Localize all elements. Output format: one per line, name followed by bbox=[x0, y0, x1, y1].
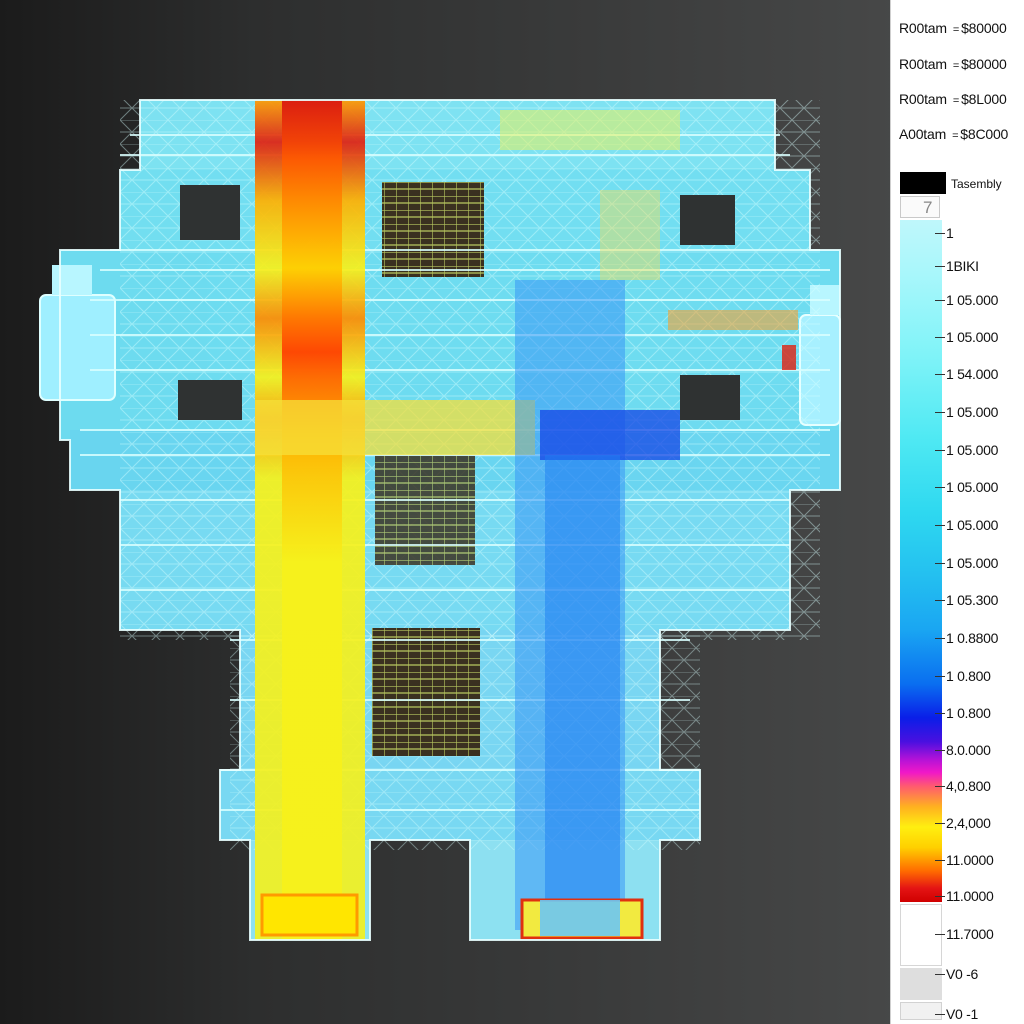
legend-bottom-box bbox=[900, 1002, 942, 1020]
grate-window-3 bbox=[372, 628, 480, 756]
result-value: $8C000 bbox=[960, 126, 1009, 142]
legend-title: Tasembly bbox=[951, 177, 1002, 191]
result-label: A00tam bbox=[899, 126, 947, 142]
result-row-1: R00tam = $80000 bbox=[899, 20, 1024, 36]
result-label: R00tam bbox=[899, 91, 947, 107]
legend-tick-label: 11.0000 bbox=[946, 888, 994, 904]
legend-tick-label: 1BIKI bbox=[946, 258, 979, 274]
result-row-4: A00tam = $8C000 bbox=[899, 126, 1024, 142]
legend-tick-label: 11.7000 bbox=[946, 926, 994, 942]
legend-tick bbox=[935, 337, 945, 338]
legend-tick-label: 1 05.000 bbox=[946, 479, 999, 495]
legend-tick-label: 11.0000 bbox=[946, 852, 994, 868]
legend-tick bbox=[935, 1014, 945, 1015]
grate-window-1 bbox=[382, 182, 484, 277]
legend-tick-label: 1 54.000 bbox=[946, 366, 999, 382]
legend-tick bbox=[935, 823, 945, 824]
legend-tick bbox=[935, 713, 945, 714]
legend-tick-label: 1 05.000 bbox=[946, 517, 999, 533]
result-row-2: R00tam = $80000 bbox=[899, 56, 1024, 72]
legend-tick bbox=[935, 750, 945, 751]
legend-tick bbox=[935, 450, 945, 451]
legend-tick bbox=[935, 676, 945, 677]
legend-colorbar bbox=[900, 220, 942, 902]
legend-tick bbox=[935, 974, 945, 975]
legend-tick-label: 1 0.800 bbox=[946, 668, 991, 684]
grate-window-2 bbox=[375, 455, 475, 565]
legend-tick-label: 2,4,000 bbox=[946, 815, 991, 831]
legend-tick-label: 1 05.000 bbox=[946, 329, 999, 345]
legend-tick-label: 1 05.300 bbox=[946, 592, 999, 608]
legend-tick bbox=[935, 266, 945, 267]
result-label: R00tam bbox=[899, 20, 947, 36]
structure-contour-plot bbox=[39, 99, 841, 941]
legend-tick-label: 1 0.8800 bbox=[946, 630, 999, 646]
model-viewport[interactable] bbox=[0, 0, 890, 1024]
legend-tick bbox=[935, 563, 945, 564]
result-value: $8L000 bbox=[961, 91, 1007, 107]
legend-tick-label: V0 -6 bbox=[946, 966, 978, 982]
result-label: R00tam bbox=[899, 56, 947, 72]
result-value: $80000 bbox=[961, 20, 1007, 36]
legend-tick-label: V0 -1 bbox=[946, 1006, 978, 1022]
legend-tick bbox=[935, 374, 945, 375]
equals-sign: = bbox=[952, 95, 960, 107]
warm-band bbox=[500, 110, 680, 150]
legend-tick bbox=[935, 786, 945, 787]
legend-tick-label: 1 bbox=[946, 225, 954, 241]
result-row-3: R00tam = $8L000 bbox=[899, 91, 1024, 107]
legend-tick bbox=[935, 860, 945, 861]
legend-tick bbox=[935, 233, 945, 234]
equals-sign: = bbox=[952, 130, 959, 142]
legend-bottom-box bbox=[900, 904, 942, 966]
result-value: $80000 bbox=[961, 56, 1007, 72]
legend-bottom-box bbox=[900, 968, 942, 1000]
legend-top-mark: 7 bbox=[923, 198, 933, 217]
legend-tick bbox=[935, 934, 945, 935]
legend-header-swatch bbox=[900, 172, 946, 194]
legend-tick bbox=[935, 300, 945, 301]
legend-tick bbox=[935, 896, 945, 897]
legend-top-box: 7 bbox=[900, 196, 940, 218]
legend-tick-label: 1 05.000 bbox=[946, 292, 999, 308]
legend-tick bbox=[935, 487, 945, 488]
equals-sign: = bbox=[952, 24, 960, 36]
legend-tick bbox=[935, 638, 945, 639]
legend-tick-label: 1 05.000 bbox=[946, 555, 999, 571]
equals-sign: = bbox=[952, 60, 960, 72]
legend-tick bbox=[935, 412, 945, 413]
legend-tick bbox=[935, 600, 945, 601]
legend-tick-label: 4,0.800 bbox=[946, 778, 991, 794]
legend-tick-label: 8.0.000 bbox=[946, 742, 991, 758]
legend-tick-label: 1 0.800 bbox=[946, 705, 991, 721]
legend-tick bbox=[935, 525, 945, 526]
legend-tick-label: 1 05.000 bbox=[946, 442, 999, 458]
results-panel: R00tam = $80000 R00tam = $80000 R00tam = $8L00… bbox=[890, 0, 1024, 1024]
legend-tick-label: 1 05.000 bbox=[946, 404, 999, 420]
